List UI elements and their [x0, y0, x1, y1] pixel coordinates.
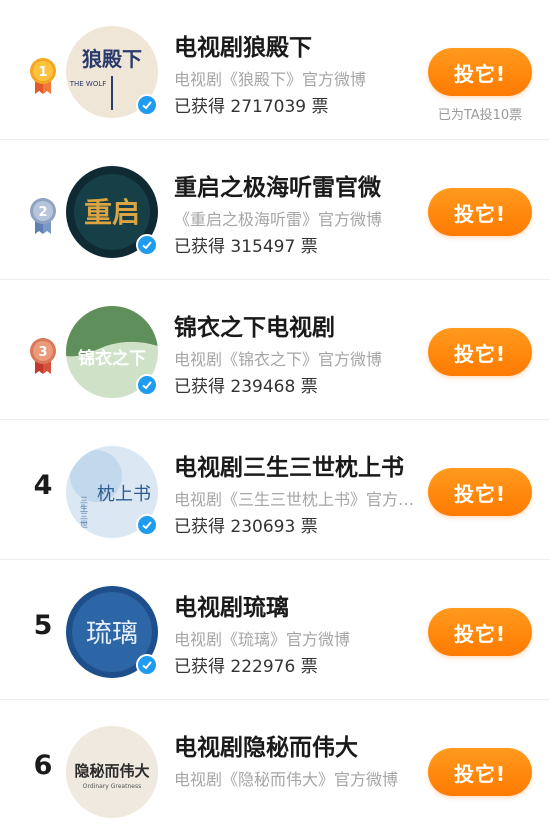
vote-button[interactable]: 投它!	[428, 48, 532, 96]
account-name[interactable]: 电视剧狼殿下	[174, 28, 312, 62]
account-description: 电视剧《狼殿下》官方微博	[174, 70, 367, 89]
list-item[interactable]: 2 重启 重启之极海听雷官微 《重启之极海听雷》官方微博 已获得 315497 …	[0, 140, 549, 280]
vote-button[interactable]: 投它!	[428, 608, 532, 656]
account-description: 电视剧《锦衣之下》官方微博	[174, 350, 383, 369]
avatar-subtitle: THE WOLF	[69, 80, 107, 88]
avatar-title: 锦衣之下	[78, 348, 146, 369]
rank-number: 6	[33, 750, 53, 781]
account-description: 《重启之极海听雷》官方微博	[174, 210, 383, 229]
verified-icon	[136, 374, 158, 396]
rank-label: 3	[38, 345, 47, 360]
account-description: 电视剧《三生三世枕上书》官方微博	[174, 490, 422, 509]
avatar-title: 重启	[84, 196, 140, 229]
verified-icon	[136, 234, 158, 256]
vote-count: 已获得 239468 票	[174, 377, 318, 397]
verified-icon	[136, 514, 158, 536]
account-name[interactable]: 电视剧琉璃	[174, 588, 289, 622]
silver-medal-icon: 2	[28, 196, 58, 236]
vote-count: 已获得 315497 票	[174, 237, 318, 257]
account-name[interactable]: 锦衣之下电视剧	[174, 308, 335, 342]
rank-number: 4	[33, 470, 53, 501]
vote-count: 已获得 222976 票	[174, 657, 318, 677]
vote-count: 已获得 230693 票	[174, 517, 318, 537]
vote-button[interactable]: 投它!	[428, 188, 532, 236]
account-description: 电视剧《隐秘而伟大》官方微博	[174, 770, 399, 789]
avatar-title: 隐秘而伟大	[74, 762, 149, 780]
verified-icon	[136, 94, 158, 116]
vote-count: 已获得 2717039 票	[174, 97, 329, 117]
list-item[interactable]: 6 隐秘而伟大 Ordinary Greatness 电视剧隐秘而伟大 电视剧《…	[0, 700, 549, 840]
rank-label: 2	[38, 205, 47, 220]
account-name[interactable]: 电视剧三生三世枕上书	[174, 448, 404, 482]
avatar[interactable]: 锦衣之下	[66, 306, 158, 398]
list-item[interactable]: 5 琉璃 电视剧琉璃 电视剧《琉璃》官方微博 已获得 222976 票 投它!	[0, 560, 549, 700]
rank-label: 1	[38, 65, 47, 80]
ranking-list: 1 狼殿下 THE WOLF 电视剧狼殿下 电视剧《狼殿下》官方微博 已获得 2…	[0, 0, 549, 840]
voted-note: 已为TA投10票	[437, 108, 523, 123]
avatar-title: 枕上书	[97, 484, 151, 505]
vote-button[interactable]: 投它!	[428, 468, 532, 516]
account-name[interactable]: 重启之极海听雷官微	[174, 168, 381, 202]
rank-number: 5	[33, 610, 53, 641]
avatar[interactable]: 狼殿下 THE WOLF	[66, 26, 158, 118]
avatar-title: 狼殿下	[82, 47, 142, 71]
account-description: 电视剧《琉璃》官方微博	[174, 630, 351, 649]
avatar-subtitle: Ordinary Greatness	[83, 783, 141, 790]
vote-button[interactable]: 投它!	[428, 328, 532, 376]
vote-button[interactable]: 投它!	[428, 748, 532, 796]
avatar-title: 琉璃	[86, 619, 138, 649]
list-item[interactable]: 1 狼殿下 THE WOLF 电视剧狼殿下 电视剧《狼殿下》官方微博 已获得 2…	[0, 0, 549, 140]
avatar[interactable]: 琉璃	[66, 586, 158, 678]
gold-medal-icon: 1	[28, 56, 58, 96]
avatar-subtitle: 三生三世	[80, 496, 89, 528]
avatar[interactable]: 重启	[66, 166, 158, 258]
verified-icon	[136, 654, 158, 676]
bronze-medal-icon: 3	[28, 336, 58, 376]
avatar[interactable]: 三生三世 枕上书	[66, 446, 158, 538]
list-item[interactable]: 4 三生三世 枕上书 电视剧三生三世枕上书 电视剧《三生三世枕上书》官方微博 已…	[0, 420, 549, 560]
avatar[interactable]: 隐秘而伟大 Ordinary Greatness	[66, 726, 158, 818]
account-name[interactable]: 电视剧隐秘而伟大	[174, 728, 358, 762]
list-item[interactable]: 3 锦衣之下 锦衣之下电视剧 电视剧《锦衣之下》官方微博 已获得 239468 …	[0, 280, 549, 420]
